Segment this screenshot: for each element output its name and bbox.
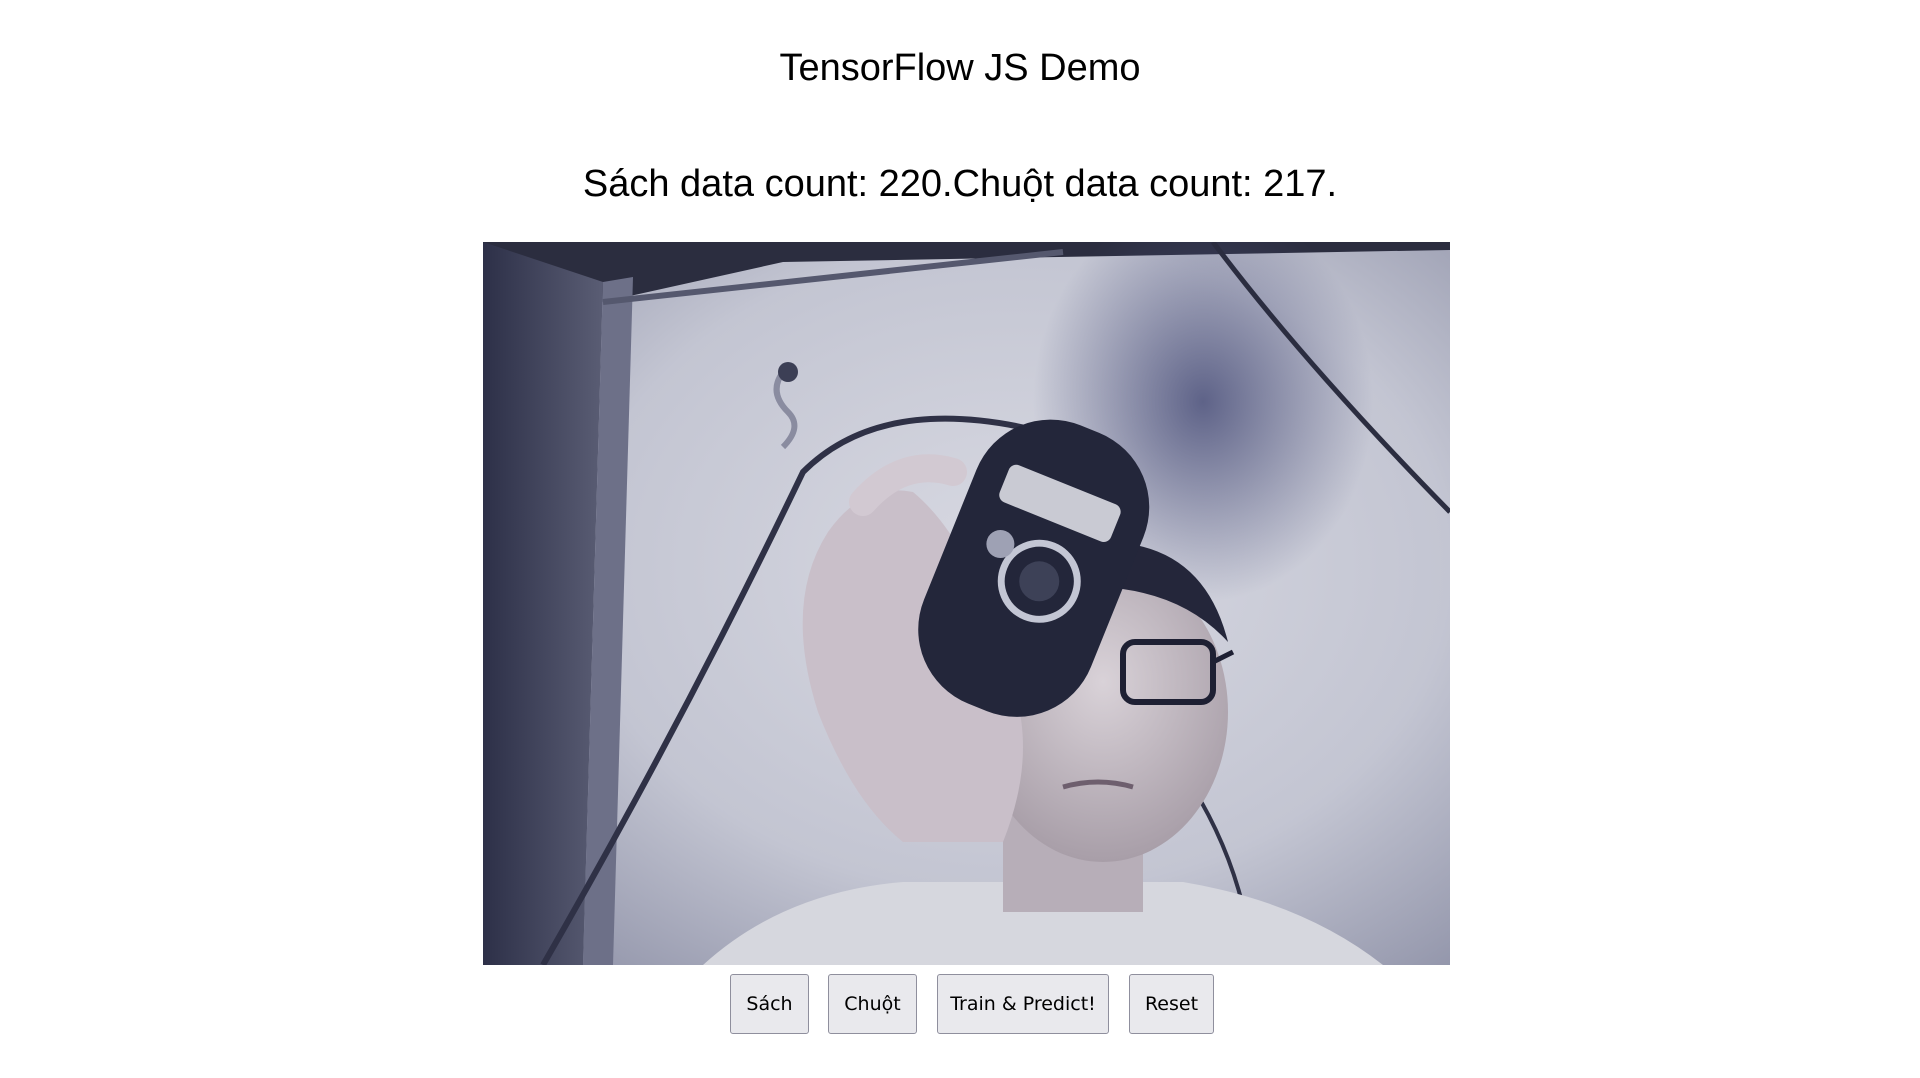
train-predict-button[interactable]: Train & Predict!	[937, 974, 1109, 1034]
data-count-status: Sách data count: 220.Chuột data count: 2…	[582, 163, 1338, 205]
page-title: TensorFlow JS Demo	[779, 47, 1141, 89]
control-buttons: Sách Chuột Train & Predict! Reset	[0, 974, 1920, 1034]
webcam-frame-image	[483, 242, 1450, 965]
reset-button[interactable]: Reset	[1129, 974, 1214, 1034]
page: TensorFlow JS Demo Sách data count: 220.…	[0, 0, 1920, 1078]
webcam-video	[483, 242, 1450, 965]
chuot-button[interactable]: Chuột	[828, 974, 917, 1034]
sach-button[interactable]: Sách	[730, 974, 809, 1034]
